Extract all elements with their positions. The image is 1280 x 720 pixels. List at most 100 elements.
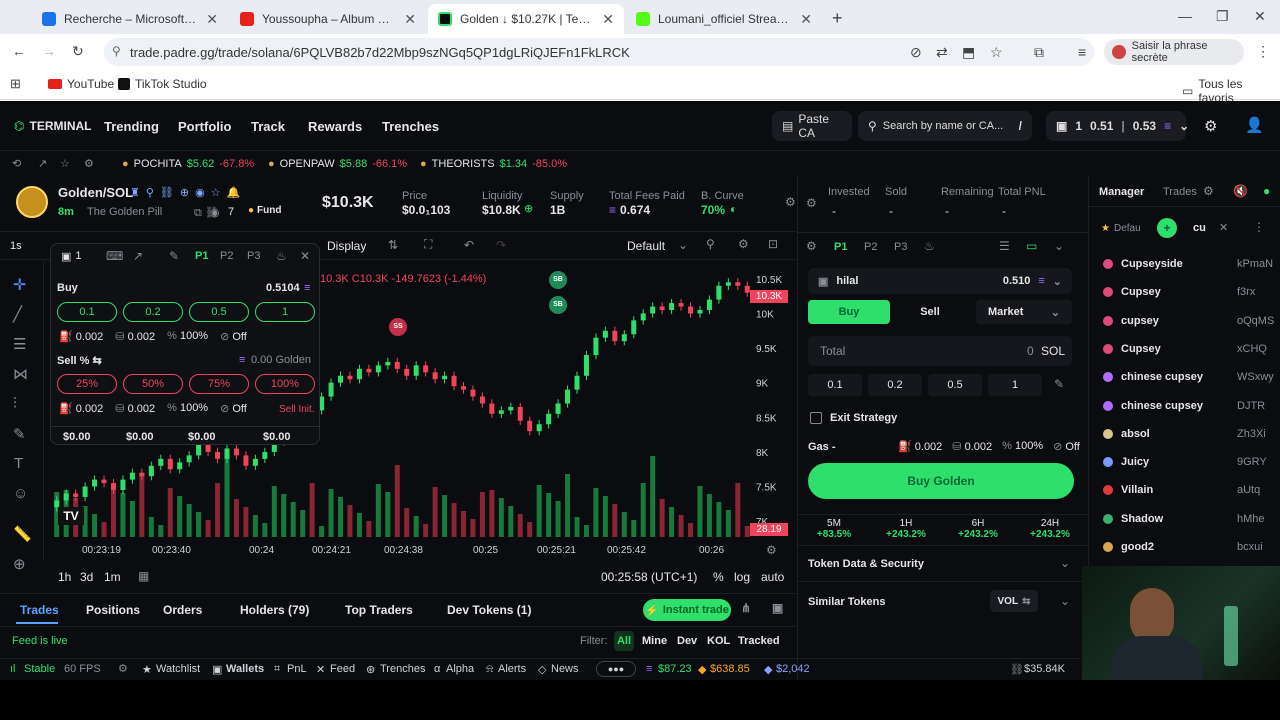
layout-default[interactable]: Default [627,239,665,253]
crosshair-icon[interactable]: ✛ [13,275,26,295]
qb-preset-p2[interactable]: P2 [220,250,233,262]
filter-mine[interactable]: Mine [642,635,667,647]
star-icon[interactable]: ☆ [60,157,70,170]
amount-button[interactable]: 0.1 [808,374,862,396]
share-icon[interactable]: ⋔ [741,601,751,615]
text-icon[interactable]: T [14,455,23,472]
group-default[interactable]: ★ Defau [1101,218,1157,238]
user-icon[interactable]: 👤 [1245,116,1264,134]
chart-icon[interactable]: ↗ [38,157,47,170]
qb-sell-init[interactable]: Sell Init. [279,404,315,415]
fib-icon[interactable]: ☰ [13,335,26,353]
extensions-icon[interactable]: ⧉ [1034,44,1044,61]
fire-icon[interactable]: ♨ [924,239,935,253]
clear-icon[interactable]: ✕ [1219,221,1228,234]
menu-dots-icon[interactable]: ⋮ [1253,220,1265,234]
tab-trades[interactable]: Trades [20,603,59,617]
chain-toggle[interactable]: ●●● [596,661,636,677]
settings-icon[interactable]: ⚙ [738,237,749,251]
settings-icon[interactable]: ⚙ [1204,117,1217,135]
filter-dev[interactable]: Dev [677,635,697,647]
wallet-row[interactable]: Villain aUtq [1103,480,1279,500]
qb-buy-amount[interactable]: 0.2 [123,302,183,322]
qb-buy-amount[interactable]: 0.5 [189,302,249,322]
camera-icon[interactable]: ⊡ [768,237,778,251]
ruler-icon[interactable]: 📏 [13,525,32,543]
minimize-icon[interactable]: — [1178,8,1192,24]
amount-button[interactable]: 0.5 [928,374,982,396]
qb-sell-amount[interactable]: 75% [189,374,249,394]
tab-positions[interactable]: Positions [86,603,140,617]
range-1h[interactable]: 1h [58,570,71,584]
indicator-icon[interactable]: ⇅ [388,238,398,252]
panel-icon[interactable]: ▣ [772,601,783,615]
edit-icon[interactable]: ✎ [1054,377,1064,391]
no-tracking-icon[interactable]: ⊘ [910,44,922,61]
filter-kol[interactable]: KOL [707,635,730,647]
layout-icon[interactable]: ▭ [1026,239,1037,253]
chevron-down-icon[interactable]: ⌄ [678,238,688,252]
playlist-icon[interactable]: ≡ [1078,44,1086,60]
buy-tab[interactable]: Buy [808,300,890,324]
token-social-icons[interactable]: ♜⚲⛓⊕◉☆🔔 [130,186,246,199]
wallet-select[interactable]: ▣ hilal 0.510 ≡ ⌄ [808,268,1072,294]
amount-button[interactable]: 1 [988,374,1042,396]
paste-ca-button[interactable]: ▤ Paste CA [772,111,852,141]
apps-grid-icon[interactable]: ⊞ [10,76,21,92]
bookmark-tiktok[interactable]: TikTok Studio [118,77,207,91]
redo-icon[interactable]: ↷ [496,238,506,252]
ticker-item[interactable]: ● OPENPAW $5.88 -66.1% [268,158,407,170]
terminal-logo[interactable]: ⌬ TERMINAL [14,119,91,133]
profile-button[interactable]: Saisir la phrase secrète [1104,39,1244,65]
close-icon[interactable]: ✕ [800,11,812,28]
chart-icon[interactable]: ↗ [133,249,143,263]
browser-tab-active[interactable]: Golden ↓ $10.27K | Terminal ✕ [428,4,624,34]
close-window-icon[interactable]: ✕ [1254,8,1266,25]
total-input[interactable]: Total 0 SOL [808,336,1072,366]
tab-dev-tokens[interactable]: Dev Tokens (1) [447,603,531,617]
exit-strategy-toggle[interactable]: Exit Strategy [810,412,897,424]
qb-sell-amount[interactable]: 50% [123,374,183,394]
filter-tracked[interactable]: Tracked [738,635,780,647]
add-wallet-button[interactable]: + [1157,218,1177,238]
pattern-icon[interactable]: ⋈ [13,365,28,383]
close-icon[interactable]: ✕ [404,11,416,28]
wallet-row[interactable]: chinese cupsey WSxwy [1103,367,1279,387]
settings-icon[interactable]: ⚙ [806,196,817,210]
fund-badge[interactable]: ● Fund [248,205,281,216]
forecast-icon[interactable]: ⫶ [13,395,17,412]
qb-sell-amount[interactable]: 100% [255,374,315,394]
qb-preset-p1[interactable]: P1 [195,250,208,262]
log-toggle[interactable]: log [734,570,750,584]
forward-icon[interactable]: → [42,43,56,59]
vol-sort[interactable]: VOL ⇆ [990,590,1038,612]
alpha-button[interactable]: Alpha [446,663,474,675]
instant-trade-button[interactable]: ⚡ Instant trade [643,599,731,621]
emoji-icon[interactable]: ☺ [13,485,28,502]
wallet-row[interactable]: Cupseyside kPmaN [1103,254,1279,274]
checkbox[interactable] [810,412,822,424]
bookmark-youtube[interactable]: YouTube [48,77,114,91]
wallet-row[interactable]: chinese cupsey DJTR [1103,396,1279,416]
sell-tab[interactable]: Sell [890,300,970,324]
wallet-row[interactable]: Juicy 9GRY [1103,452,1279,472]
mute-icon[interactable]: 🔇 [1233,184,1248,198]
list-icon[interactable]: ☰ [999,239,1010,253]
keyboard-icon[interactable]: ⌨ [106,249,123,263]
zoom-icon[interactable]: ⚲ [706,237,715,251]
fire-icon[interactable]: ♨ [276,249,287,263]
nav-track[interactable]: Track [251,119,285,134]
qb-sell-label[interactable]: Sell % ⇆ [57,354,102,367]
range-1m[interactable]: 1m [104,570,121,584]
preset-p1[interactable]: P1 [834,241,847,253]
calendar-icon[interactable]: ▦ [138,569,149,583]
nav-trenches[interactable]: Trenches [382,119,439,134]
history-icon[interactable]: ⟲ [12,157,21,170]
wallet-selector[interactable]: ▣ 1 0.51 | 0.53 ≡ ⌄ [1046,111,1189,141]
wallet-row[interactable]: absol Zh3Xi [1103,424,1279,444]
filter-all[interactable]: All [614,631,634,651]
qb-sell-settings[interactable]: ⛽ 0.002 ⛁ 0.002 % 100% ⊘ Off [59,402,247,415]
qb-buy-amount[interactable]: 1 [255,302,315,322]
close-icon[interactable]: ✕ [300,249,310,263]
ticker-item[interactable]: ● POCHITA $5.62 -67.8% [122,158,254,170]
